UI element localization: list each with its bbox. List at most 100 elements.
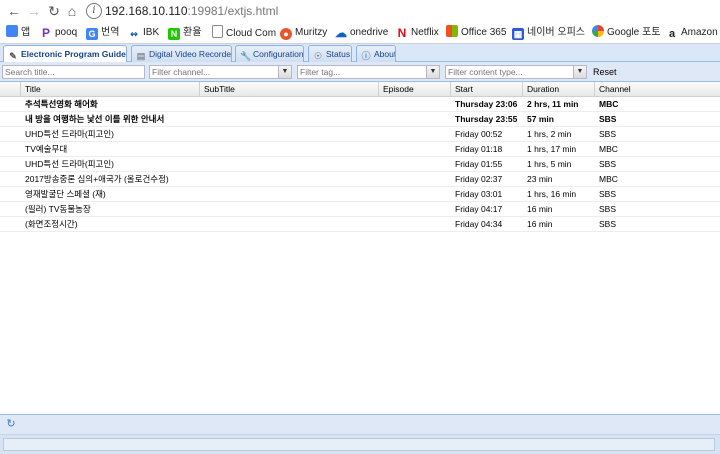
table-row[interactable]: (화면조정시간) Friday 04:34 16 min SBS [0, 217, 720, 232]
cell-subtitle [200, 97, 379, 111]
cell-duration: 16 min [527, 204, 553, 214]
cell-subtitle [200, 112, 379, 126]
cell-subtitle [200, 217, 379, 231]
bookmark-onedrive[interactable]: ☁ onedrive [335, 25, 388, 41]
table-row[interactable]: UHD특선 드라마(피고인) Friday 01:55 1 hrs, 5 min SB… [0, 157, 720, 172]
cell-start: Thursday 23:06 [455, 99, 518, 109]
header-channel[interactable]: Channel [595, 82, 720, 96]
cell-duration: 16 min [527, 219, 553, 229]
naver-n-icon: N [168, 28, 180, 40]
cell-title: (필러) TV동물농장 [25, 204, 91, 214]
header-duration[interactable]: Duration [523, 82, 595, 96]
home-icon[interactable]: ⌂ [64, 3, 80, 19]
translate-icon: G [86, 28, 98, 40]
browser-chrome: ← → ↻ ⌂ i 192.168.10.110:19981/extjs.htm… [0, 0, 720, 44]
url-host: 192.168.10.110 [105, 4, 188, 18]
office-windows-icon [446, 25, 458, 37]
cell-subtitle [200, 142, 379, 156]
table-row[interactable]: 내 방을 여행하는 낯선 이를 위한 안내서 Thursday 23:55 57 m… [0, 112, 720, 127]
cell-channel: SBS [599, 204, 617, 214]
cell-start: Thursday 23:55 [455, 114, 518, 124]
info-icon: ⓘ [361, 51, 371, 61]
bookmark-ibk[interactable]: ↭ IBK [128, 25, 159, 41]
cell-title: UHD특선 드라마(피고인) [25, 159, 114, 169]
chevron-down-icon[interactable]: ▼ [573, 66, 586, 78]
bookmark-translate[interactable]: G 번역 [86, 25, 119, 41]
cell-channel: SBS [599, 189, 617, 199]
cell-title: UHD특선 드라마(피고인) [25, 129, 114, 139]
refresh-icon[interactable]: ↻ [5, 418, 17, 430]
muritzy-icon: ● [280, 28, 292, 40]
bookmark-office-365[interactable]: Office 365 [446, 25, 506, 41]
bookmark-muritzy[interactable]: ● Muritzy [280, 25, 327, 41]
filter-channel-input[interactable] [150, 66, 279, 78]
tab-about[interactable]: ⓘ About [356, 45, 396, 62]
cell-subtitle [200, 127, 379, 141]
table-row[interactable]: 영재발굴단 스페셜 (재) Friday 03:01 1 hrs, 16 min SB… [0, 187, 720, 202]
reload-icon[interactable]: ↻ [46, 3, 62, 19]
filter-toolbar: ▼ ▼ ▼ Reset [0, 62, 720, 82]
bookmark-amazon[interactable]: aAmazon C [666, 25, 720, 41]
cell-title: (화면조정시간) [25, 219, 78, 229]
amazon-a-icon: a [668, 28, 676, 40]
reset-button[interactable]: Reset [593, 65, 617, 79]
chevron-down-icon[interactable]: ▼ [278, 66, 291, 78]
back-arrow-icon[interactable]: ← [6, 3, 22, 19]
cell-subtitle [200, 172, 379, 186]
cell-channel: SBS [599, 219, 617, 229]
cell-duration: 1 hrs, 5 min [527, 159, 572, 169]
filter-content-type-input[interactable] [446, 66, 574, 78]
bookmark-google-photos[interactable]: Google 포토 [592, 25, 660, 41]
cell-episode [379, 127, 451, 141]
filter-content-type-combo: ▼ [445, 65, 587, 79]
cell-title: 내 방을 여행하는 낯선 이를 위한 안내서 [25, 114, 165, 124]
cell-title: 영재발굴단 스페셜 (재) [25, 189, 106, 199]
cell-start: Friday 01:18 [455, 144, 503, 154]
bookmarks-bar: 앱 Ppooq G 번역 ↭ IBK N 환율 Cloud Com ● Muritzy … [0, 23, 720, 43]
cell-duration: 1 hrs, 17 min [527, 144, 577, 154]
bookmark-naver-office[interactable]: ▦ 네이버 오피스 [512, 25, 585, 41]
bookmark-netflix[interactable]: N Netflix [396, 25, 439, 41]
address-url: 192.168.10.110:19981/extjs.html [105, 4, 278, 18]
table-row[interactable]: UHD특선 드라마(피고인) Friday 00:52 1 hrs, 2 min SB… [0, 127, 720, 142]
bookmark-exchange-rate[interactable]: N 환율 [168, 25, 201, 41]
bookmark-apps[interactable]: 앱 [6, 25, 30, 41]
tab-status[interactable]: ☉ Status [308, 45, 352, 62]
cell-duration: 1 hrs, 2 min [527, 129, 572, 139]
table-row[interactable]: (필러) TV동물농장 Friday 04:17 16 min SBS [0, 202, 720, 217]
cell-episode [379, 172, 451, 186]
cell-title: 2017방송중론 심의+애국가 (올로건수정) [25, 174, 169, 184]
cell-start: Friday 00:52 [455, 129, 503, 139]
header-start[interactable]: Start [451, 82, 523, 96]
cell-start: Friday 02:37 [455, 174, 503, 184]
dvr-icon: ▤ [136, 51, 146, 61]
search-title-input[interactable] [3, 66, 144, 78]
ibk-bank-icon: ↭ [130, 29, 138, 39]
forward-arrow-icon[interactable]: → [26, 3, 42, 19]
tab-electronic-program-guide[interactable]: ✎ Electronic Program Guide [3, 45, 127, 63]
table-row[interactable]: TV예술무대 Friday 01:18 1 hrs, 17 min MBC [0, 142, 720, 157]
bookmark-pooq[interactable]: Ppooq [40, 25, 77, 41]
bookmark-cloud-com[interactable]: Cloud Com [212, 25, 276, 41]
netflix-n-icon: N [397, 26, 407, 40]
cell-subtitle [200, 187, 379, 201]
header-subtitle[interactable]: SubTitle [200, 82, 379, 96]
chevron-down-icon[interactable]: ▼ [426, 66, 439, 78]
tab-digital-video-recorder[interactable]: ▤ Digital Video Recorder [131, 45, 232, 62]
site-info-icon[interactable]: i [86, 3, 102, 19]
cell-start: Friday 04:34 [455, 219, 503, 229]
main-tab-bar: ✎ Electronic Program Guide ▤ Digital Video… [0, 44, 720, 63]
cell-episode [379, 202, 451, 216]
address-bar[interactable]: i 192.168.10.110:19981/extjs.html [84, 2, 714, 20]
filter-tag-input[interactable] [298, 66, 427, 78]
table-row[interactable]: 추석특선영화 해어화 Thursday 23:06 2 hrs, 11 min MBC [0, 97, 720, 112]
table-row[interactable]: 2017방송중론 심의+애국가 (올로건수정) Friday 02:37 23 mi… [0, 172, 720, 187]
header-title[interactable]: Title [21, 82, 200, 96]
browser-nav-row: ← → ↻ ⌂ i 192.168.10.110:19981/extjs.htm… [0, 0, 720, 22]
cell-duration: 57 min [527, 114, 554, 124]
cell-start: Friday 04:17 [455, 204, 503, 214]
header-episode[interactable]: Episode [379, 82, 451, 96]
cell-subtitle [200, 157, 379, 171]
tab-configuration[interactable]: 🔧 Configuration [235, 45, 304, 62]
pooq-p-icon: P [41, 26, 50, 40]
